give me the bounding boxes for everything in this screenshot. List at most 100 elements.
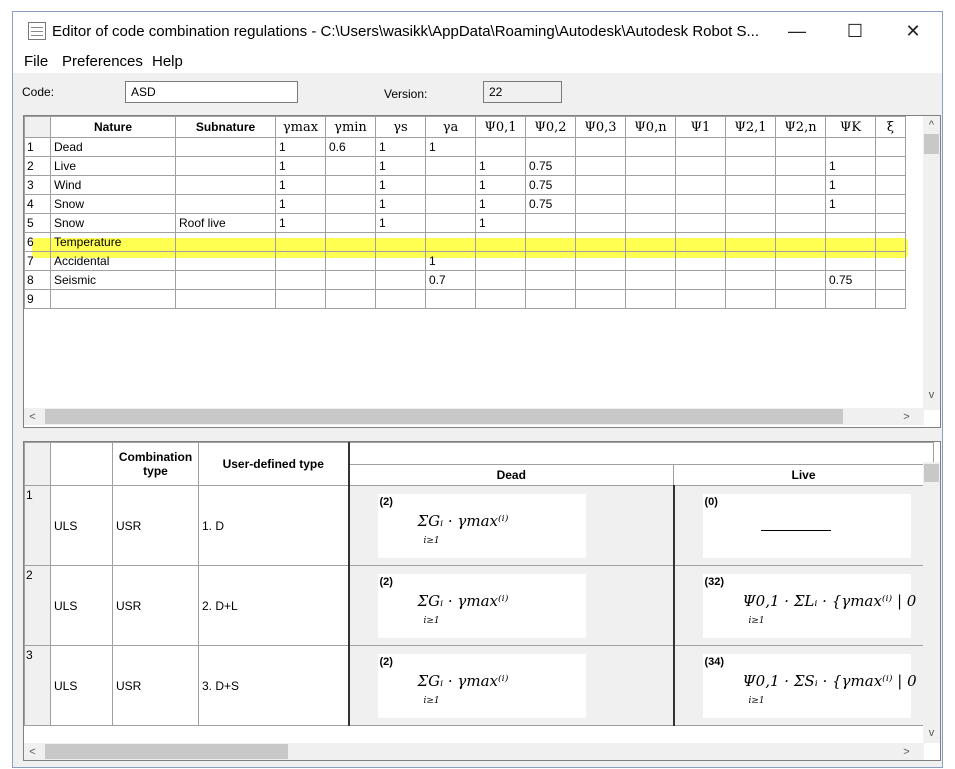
cell-limit-state[interactable]: ULS	[50, 645, 113, 726]
cell-gamma-s[interactable]: 1	[375, 213, 426, 233]
cell-formula-live[interactable]: (34) Ψ0,1 · ΣSᵢ · {γmax⁽ⁱ⁾ | 0 i≥1	[672, 645, 934, 726]
combinations-vscroll[interactable]: v	[923, 462, 940, 743]
cell-subnature[interactable]	[175, 137, 276, 157]
cell-psi-k[interactable]: 1	[825, 156, 876, 176]
cell-gamma-a[interactable]	[425, 156, 476, 176]
cell-limit-state[interactable]: ULS	[50, 485, 113, 566]
cell-psi-03[interactable]	[575, 156, 626, 176]
row-number[interactable]: 4	[24, 194, 51, 214]
cell-psi-0n[interactable]	[625, 175, 676, 195]
cell-psi-1[interactable]	[675, 251, 726, 271]
cell-psi-03[interactable]	[575, 137, 626, 157]
cell-psi-01[interactable]: 1	[475, 194, 526, 214]
cell-psi-21[interactable]	[725, 137, 776, 157]
natures-row[interactable]: 8 Seismic 0.7 0.75	[24, 270, 906, 290]
cell-psi-0n[interactable]	[625, 251, 676, 271]
cell-subnature[interactable]	[175, 232, 276, 252]
cell-psi-k[interactable]	[825, 213, 876, 233]
row-number[interactable]: 3	[24, 645, 51, 726]
scroll-thumb[interactable]	[45, 744, 288, 759]
cell-gamma-min[interactable]	[325, 289, 376, 309]
cell-psi-01[interactable]	[475, 289, 526, 309]
menu-file[interactable]: File	[24, 53, 48, 70]
cell-xi[interactable]	[875, 289, 906, 309]
col-gamma-max[interactable]: γmax	[275, 116, 326, 138]
row-number[interactable]: 1	[24, 485, 51, 566]
cell-user-defined-type[interactable]: 2. D+L	[198, 565, 349, 646]
cell-combination-type[interactable]: USR	[112, 645, 199, 726]
cell-nature[interactable]: Snow	[50, 194, 176, 214]
scroll-left-arrow[interactable]: <	[24, 408, 41, 425]
cell-gamma-min[interactable]	[325, 175, 376, 195]
combination-row[interactable]: 2 ULS USR 2. D+L (2) ΣGᵢ · γmax⁽ⁱ⁾ i≥1 (32) Ψ0,1…	[24, 565, 934, 646]
scroll-down-arrow[interactable]: v	[923, 724, 940, 741]
cell-nature[interactable]: Temperature	[50, 232, 176, 252]
row-number[interactable]: 9	[24, 289, 51, 309]
row-number[interactable]: 2	[24, 156, 51, 176]
cell-psi-01[interactable]	[475, 137, 526, 157]
cell-xi[interactable]	[875, 213, 906, 233]
cell-psi-0n[interactable]	[625, 137, 676, 157]
menu-help[interactable]: Help	[152, 53, 183, 70]
cell-subnature[interactable]	[175, 156, 276, 176]
col-gamma-min[interactable]: γmin	[325, 116, 376, 138]
combination-row[interactable]: 1 ULS USR 1. D (2) ΣGᵢ · γmax⁽ⁱ⁾ i≥1 (0)	[24, 485, 934, 566]
cell-psi-0n[interactable]	[625, 194, 676, 214]
cell-psi-k[interactable]: 1	[825, 175, 876, 195]
cell-psi-03[interactable]	[575, 232, 626, 252]
natures-row[interactable]: 6 Temperature	[24, 232, 906, 252]
cell-formula-dead[interactable]: (2) ΣGᵢ · γmax⁽ⁱ⁾ i≥1	[347, 645, 674, 726]
natures-row[interactable]: 9	[24, 289, 906, 309]
cell-gamma-s[interactable]: 1	[375, 137, 426, 157]
natures-row[interactable]: 5 Snow Roof live 1 1 1	[24, 213, 906, 233]
cell-psi-01[interactable]: 1	[475, 156, 526, 176]
row-number[interactable]: 6	[24, 232, 51, 252]
col-psi-01[interactable]: Ψ0,1	[475, 116, 526, 138]
row-number[interactable]: 2	[24, 565, 51, 646]
cell-psi-02[interactable]: 0.75	[525, 156, 576, 176]
cell-psi-k[interactable]: 1	[825, 194, 876, 214]
cell-gamma-a[interactable]	[425, 194, 476, 214]
cell-psi-1[interactable]	[675, 270, 726, 290]
cell-user-defined-type[interactable]: 3. D+S	[198, 645, 349, 726]
cell-psi-02[interactable]	[525, 232, 576, 252]
cell-psi-21[interactable]	[725, 251, 776, 271]
cell-gamma-max[interactable]: 1	[275, 213, 326, 233]
col-live[interactable]: Live	[673, 464, 934, 486]
cell-psi-2n[interactable]	[775, 194, 826, 214]
cell-psi-01[interactable]: 1	[475, 213, 526, 233]
cell-psi-21[interactable]	[725, 289, 776, 309]
cell-xi[interactable]	[875, 270, 906, 290]
cell-gamma-max[interactable]: 1	[275, 156, 326, 176]
cell-gamma-max[interactable]	[275, 251, 326, 271]
title-bar[interactable]: Editor of code combination regulations -…	[13, 12, 942, 51]
cell-psi-1[interactable]	[675, 232, 726, 252]
cell-psi-2n[interactable]	[775, 213, 826, 233]
scroll-right-arrow[interactable]: >	[898, 408, 915, 425]
col-gamma-a[interactable]: γa	[425, 116, 476, 138]
cell-subnature[interactable]: Roof live	[175, 213, 276, 233]
cell-gamma-max[interactable]: 1	[275, 137, 326, 157]
cell-gamma-a[interactable]	[425, 213, 476, 233]
scroll-down-arrow[interactable]: v	[923, 386, 940, 403]
scroll-left-arrow[interactable]: <	[24, 743, 41, 760]
natures-hscroll[interactable]: < >	[24, 408, 924, 425]
cell-gamma-s[interactable]	[375, 232, 426, 252]
cell-psi-02[interactable]	[525, 251, 576, 271]
cell-psi-21[interactable]	[725, 213, 776, 233]
cell-psi-02[interactable]: 0.75	[525, 175, 576, 195]
cell-formula-dead[interactable]: (2) ΣGᵢ · γmax⁽ⁱ⁾ i≥1	[347, 485, 674, 566]
maximize-button[interactable]: ☐	[826, 12, 884, 51]
cell-psi-03[interactable]	[575, 213, 626, 233]
cell-psi-01[interactable]	[475, 251, 526, 271]
cell-gamma-s[interactable]: 1	[375, 156, 426, 176]
col-psi-02[interactable]: Ψ0,2	[525, 116, 576, 138]
natures-row[interactable]: 4 Snow 1 1 1 0.75 1	[24, 194, 906, 214]
cell-gamma-s[interactable]: 1	[375, 175, 426, 195]
cell-psi-2n[interactable]	[775, 270, 826, 290]
cell-psi-1[interactable]	[675, 289, 726, 309]
combination-row[interactable]: 3 ULS USR 3. D+S (2) ΣGᵢ · γmax⁽ⁱ⁾ i≥1 (34) Ψ0,1…	[24, 645, 934, 726]
cell-xi[interactable]	[875, 232, 906, 252]
cell-psi-1[interactable]	[675, 137, 726, 157]
cell-nature[interactable]	[50, 289, 176, 309]
